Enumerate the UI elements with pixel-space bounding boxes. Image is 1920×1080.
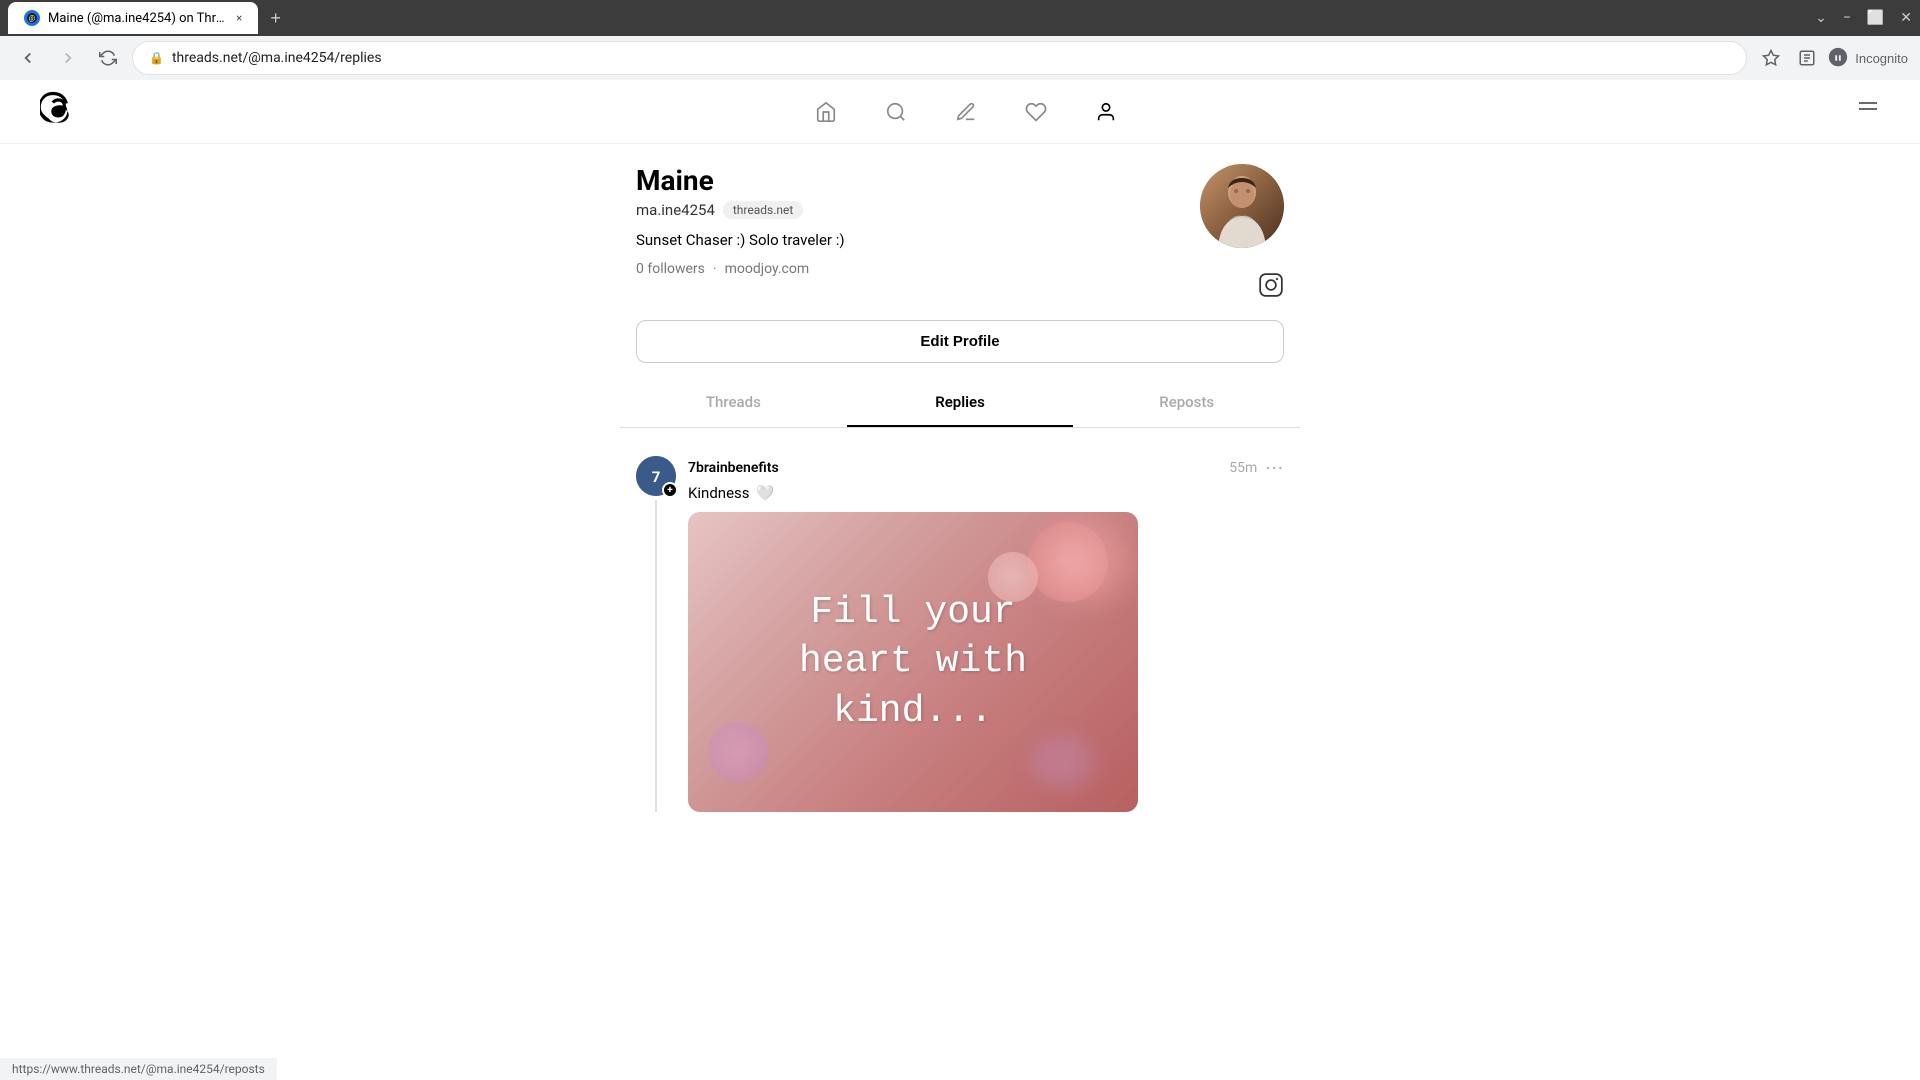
window-controls: ⌄ − ⬜ ✕: [1815, 10, 1912, 26]
post-image[interactable]: Fill your heart with kind...: [688, 512, 1138, 812]
followers-count[interactable]: 0 followers: [636, 261, 705, 277]
search-nav-icon[interactable]: [885, 101, 907, 123]
tab-title: Maine (@ma.ine4254) on Threa...: [48, 11, 228, 26]
profile-website[interactable]: moodjoy.com: [725, 261, 810, 277]
menu-icon[interactable]: [1856, 97, 1880, 126]
profile-avatar: [1200, 164, 1284, 248]
post-heart-emoji: 🤍: [756, 484, 775, 502]
post-more-button[interactable]: ···: [1265, 456, 1284, 480]
tab-close-btn[interactable]: ×: [236, 11, 242, 25]
profile-info: Maine ma.ine4254 threads.net Sunset Chas…: [636, 164, 845, 277]
new-tab-button[interactable]: +: [262, 4, 289, 33]
tab-replies[interactable]: Replies: [847, 379, 1074, 427]
profile-username: ma.ine4254: [636, 201, 715, 219]
instagram-icon[interactable]: [1258, 272, 1284, 304]
status-url: https://www.threads.net/@ma.ine4254/repo…: [12, 1062, 265, 1076]
post-meta: 55m ···: [1229, 456, 1284, 480]
profile-username-row: ma.ine4254 threads.net: [636, 201, 845, 219]
post-username[interactable]: 7brainbenefits: [688, 460, 779, 476]
active-tab[interactable]: @ Maine (@ma.ine4254) on Threa... ×: [8, 2, 258, 34]
compose-nav-icon[interactable]: [955, 101, 977, 123]
browser-toolbar: 🔒 threads.net/@ma.ine4254/replies Incogn…: [0, 36, 1920, 80]
status-bar: https://www.threads.net/@ma.ine4254/repo…: [0, 1058, 277, 1080]
address-text: threads.net/@ma.ine4254/replies: [172, 50, 382, 66]
edit-profile-wrapper: Edit Profile: [620, 320, 1300, 363]
post-time: 55m: [1229, 460, 1257, 476]
browser-chrome: @ Maine (@ma.ine4254) on Threa... × + ⌄ …: [0, 0, 1920, 80]
thread-line: [655, 500, 657, 812]
profile-bio: Sunset Chaser :) Solo traveler :): [636, 231, 845, 249]
incognito-label: Incognito: [1855, 51, 1908, 66]
post-header: 7brainbenefits 55m ···: [688, 456, 1284, 480]
post-author-avatar[interactable]: 7 +: [636, 456, 676, 496]
post-item: 7 + 7brainbenefits 55m ···: [620, 444, 1300, 824]
reader-mode-button[interactable]: [1791, 42, 1823, 74]
tab-reposts[interactable]: Reposts: [1073, 379, 1300, 427]
app-content: Maine ma.ine4254 threads.net Sunset Chas…: [0, 80, 1920, 1080]
top-nav: [0, 80, 1920, 144]
follow-plus-icon[interactable]: +: [662, 482, 678, 498]
svg-text:@: @: [29, 15, 35, 23]
profile-nav-icon[interactable]: [1095, 101, 1117, 123]
post-image-line1: Fill your: [733, 588, 1093, 637]
tab-bar: @ Maine (@ma.ine4254) on Threa... × +: [8, 2, 289, 34]
profile-stats: 0 followers · moodjoy.com: [636, 261, 845, 277]
edit-profile-button[interactable]: Edit Profile: [636, 320, 1284, 363]
post-image-text: Fill your heart with kind...: [733, 588, 1093, 736]
minimize-button[interactable]: −: [1843, 10, 1851, 26]
toolbar-right: Incognito: [1755, 42, 1908, 74]
close-button[interactable]: ✕: [1900, 10, 1912, 26]
incognito-button[interactable]: Incognito: [1827, 47, 1908, 69]
post-content: 7brainbenefits 55m ··· Kindness 🤍: [688, 456, 1284, 812]
svg-text:7: 7: [652, 468, 661, 486]
profile-container: Maine ma.ine4254 threads.net Sunset Chas…: [620, 144, 1300, 824]
profile-tabs: Threads Replies Reposts: [620, 379, 1300, 428]
forward-button[interactable]: [52, 42, 84, 74]
window-controls-down[interactable]: ⌄: [1815, 10, 1827, 26]
address-bar[interactable]: 🔒 threads.net/@ma.ine4254/replies: [132, 41, 1747, 75]
profile-name: Maine: [636, 164, 845, 197]
post-image-line2: heart with: [733, 637, 1093, 686]
profile-header: Maine ma.ine4254 threads.net Sunset Chas…: [620, 164, 1300, 304]
post-text-content: Kindness: [688, 484, 750, 502]
platform-badge[interactable]: threads.net: [723, 201, 803, 219]
post-avatar-column: 7 +: [636, 456, 676, 812]
home-nav-icon[interactable]: [815, 101, 837, 123]
feed-area: 7 + 7brainbenefits 55m ···: [620, 428, 1300, 824]
maximize-button[interactable]: ⬜: [1867, 10, 1884, 26]
tab-threads[interactable]: Threads: [620, 379, 847, 427]
post-text: Kindness 🤍: [688, 484, 1284, 502]
post-image-line3: kind...: [733, 687, 1093, 736]
nav-icons: [815, 101, 1117, 123]
threads-logo[interactable]: [40, 90, 76, 134]
stats-separator: ·: [713, 261, 717, 277]
reload-button[interactable]: [92, 42, 124, 74]
back-button[interactable]: [12, 42, 44, 74]
lock-icon: 🔒: [149, 51, 164, 65]
tab-favicon: @: [24, 10, 40, 26]
bookmark-button[interactable]: [1755, 42, 1787, 74]
browser-titlebar: @ Maine (@ma.ine4254) on Threa... × + ⌄ …: [0, 0, 1920, 36]
activity-nav-icon[interactable]: [1025, 101, 1047, 123]
